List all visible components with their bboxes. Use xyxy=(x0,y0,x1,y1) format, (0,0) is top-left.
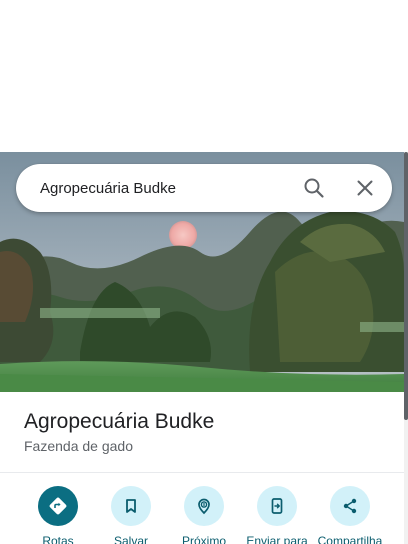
place-panel: Agropecuária Budke Fazenda de gado Rotas… xyxy=(0,152,408,544)
action-bar: Rotas Salvar Próximo Enviar para Compart… xyxy=(0,486,404,544)
place-category[interactable]: Fazenda de gado xyxy=(24,438,133,454)
place-title: Agropecuária Budke xyxy=(24,410,215,433)
close-icon[interactable] xyxy=(353,176,377,200)
divider xyxy=(0,472,404,473)
place-photo[interactable] xyxy=(0,152,404,392)
send-to-phone-icon xyxy=(257,486,297,526)
search-input[interactable] xyxy=(40,164,280,212)
send-to-phone-button[interactable]: Enviar para xyxy=(239,486,315,544)
map-area-blank xyxy=(0,0,408,152)
directions-label: Rotas xyxy=(42,534,74,544)
search-box xyxy=(16,164,392,212)
share-button[interactable]: Compartilha xyxy=(312,486,388,544)
save-button[interactable]: Salvar xyxy=(93,486,169,544)
nearby-button[interactable]: Próximo xyxy=(166,486,242,544)
search-icon[interactable] xyxy=(302,176,326,200)
send-to-phone-label: Enviar para xyxy=(246,534,308,544)
scrollbar-track[interactable] xyxy=(404,152,408,544)
directions-button[interactable]: Rotas xyxy=(20,486,96,544)
bookmark-icon xyxy=(111,486,151,526)
share-label: Compartilha xyxy=(317,534,383,544)
nearby-label: Próximo xyxy=(181,534,226,544)
save-label: Salvar xyxy=(113,534,148,544)
scrollbar-thumb[interactable] xyxy=(404,152,408,420)
directions-icon xyxy=(38,486,78,526)
nearby-icon xyxy=(184,486,224,526)
share-icon xyxy=(330,486,370,526)
